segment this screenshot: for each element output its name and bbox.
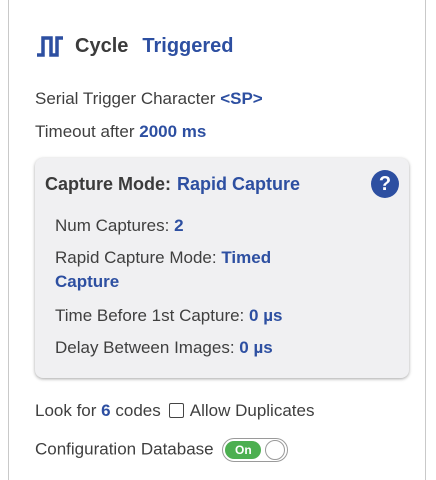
- look-for-suffix: codes: [115, 401, 161, 420]
- capture-mode-box: Capture Mode: Rapid Capture ? Num Capture…: [35, 158, 409, 378]
- serial-trigger-row: Serial Trigger Character <SP>: [35, 89, 263, 109]
- time-before-label: Time Before 1st Capture:: [55, 306, 245, 325]
- timeout-row: Timeout after 2000 ms: [35, 122, 206, 142]
- rapid-capture-mode-value-wrap[interactable]: Capture: [55, 272, 119, 291]
- serial-trigger-value[interactable]: <SP>: [220, 89, 263, 108]
- config-db-label: Configuration Database: [35, 439, 214, 459]
- capture-mode-header: Capture Mode: Rapid Capture: [45, 174, 300, 195]
- allow-duplicates-checkbox[interactable]: [168, 403, 184, 418]
- delay-between-value[interactable]: 0 µs: [239, 338, 272, 357]
- delay-between-row: Delay Between Images: 0 µs: [55, 338, 273, 358]
- look-for-prefix: Look for: [35, 401, 97, 420]
- time-before-row: Time Before 1st Capture: 0 µs: [55, 306, 282, 326]
- config-db-toggle[interactable]: On: [222, 438, 289, 462]
- timeout-label: Timeout after: [35, 122, 135, 141]
- cycle-panel: Cycle Triggered Serial Trigger Character…: [8, 0, 426, 480]
- allow-duplicates-label[interactable]: Allow Duplicates: [190, 401, 315, 420]
- rapid-capture-mode-label: Rapid Capture Mode:: [55, 248, 217, 267]
- toggle-knob[interactable]: [265, 440, 286, 460]
- cycle-mode-value[interactable]: Triggered: [142, 35, 233, 58]
- serial-trigger-label: Serial Trigger Character: [35, 89, 216, 108]
- cycle-header: Cycle Triggered: [35, 30, 234, 62]
- capture-mode-value[interactable]: Rapid Capture: [177, 174, 300, 194]
- toggle-on-label: On: [225, 441, 262, 459]
- rapid-capture-mode-row-wrap: Capture: [55, 272, 119, 292]
- delay-between-label: Delay Between Images:: [55, 338, 235, 357]
- config-db-row: Configuration Database On: [35, 438, 289, 462]
- help-icon[interactable]: ?: [371, 170, 399, 198]
- num-captures-row: Num Captures: 2: [55, 216, 184, 236]
- look-for-count[interactable]: 6: [101, 401, 110, 420]
- num-captures-label: Num Captures:: [55, 216, 170, 235]
- pulse-icon: [37, 36, 63, 57]
- look-for-row: Look for 6 codes Allow Duplicates: [35, 401, 314, 421]
- timeout-value[interactable]: 2000 ms: [139, 122, 206, 141]
- cycle-title: Cycle: [75, 34, 129, 57]
- time-before-value[interactable]: 0 µs: [249, 306, 282, 325]
- rapid-capture-mode-row: Rapid Capture Mode: Timed: [55, 248, 271, 268]
- num-captures-value[interactable]: 2: [174, 216, 183, 235]
- rapid-capture-mode-value[interactable]: Timed: [221, 248, 271, 267]
- capture-mode-label: Capture Mode:: [45, 174, 171, 194]
